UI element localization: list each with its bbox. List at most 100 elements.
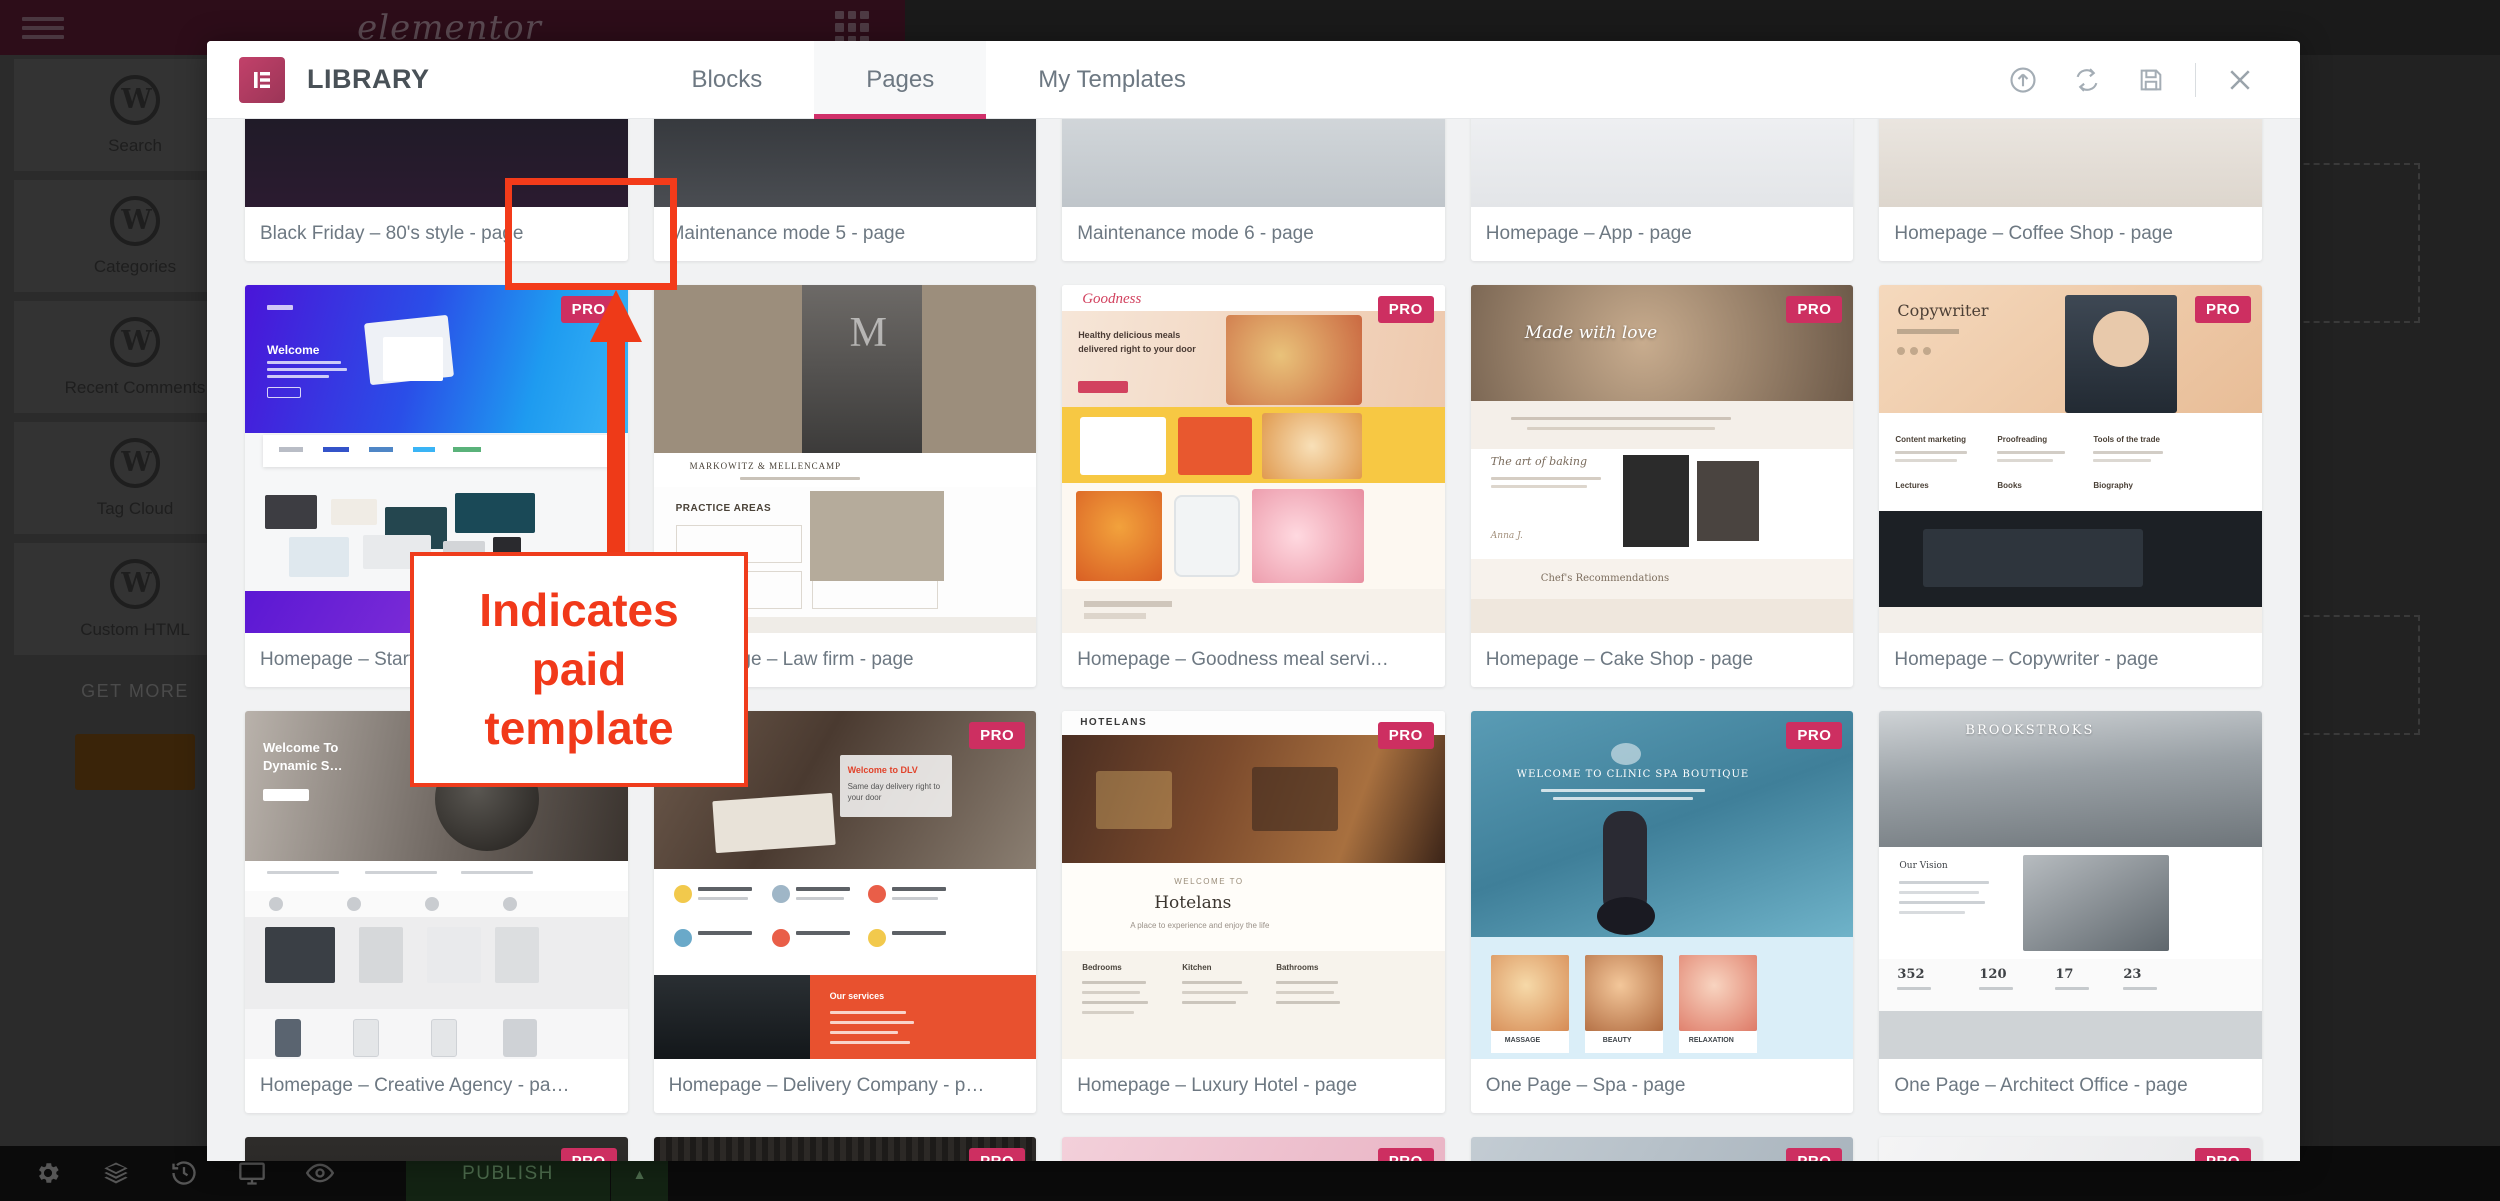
thumb-brand: Goodness [1082,291,1142,307]
widget-label: Search [108,135,162,155]
library-header-actions [1991,48,2272,112]
thumb-col: Biography [2093,481,2133,490]
template-thumbnail [245,119,628,207]
template-card[interactable]: WELCOME TO CLINIC SPA BOUTIQUE MASSAGE B… [1470,711,1854,1113]
template-card[interactable]: Goodness Healthy delicious meals deliver… [1062,285,1445,687]
template-card[interactable]: PRO [1470,1137,1854,1161]
save-floppy-icon[interactable] [2119,48,2183,112]
template-card[interactable]: PRO [245,1137,628,1161]
tab-my-templates[interactable]: My Templates [986,41,1238,119]
settings-gear-icon[interactable] [34,1159,68,1189]
template-name: Homepage – Creative Agency - pa… [260,1075,570,1096]
thumb-hero-text: Welcome [267,343,320,357]
responsive-monitor-icon[interactable] [238,1159,272,1189]
template-thumbnail [1470,119,1854,207]
upload-circle-icon[interactable] [1991,48,2055,112]
template-thumbnail [1879,119,2262,207]
thumb-col: Tools of the trade [2093,435,2160,444]
history-icon[interactable] [170,1159,204,1189]
pro-badge: PRO [1377,296,1434,323]
pro-badge: PRO [1786,722,1843,749]
template-card[interactable]: Made with love The art of baking Anna J. [1470,285,1854,687]
template-thumbnail [1062,119,1445,207]
wordpress-icon: W [110,316,160,367]
template-thumbnail: WELCOME TO CLINIC SPA BOUTIQUE MASSAGE B… [1470,711,1854,1059]
grid-apps-icon[interactable] [835,10,869,45]
thumb-section: Our Vision [1899,861,1948,871]
thumb-col: Bedrooms [1082,963,1122,972]
annotation-line-2: paid [531,643,627,696]
thumb-card: BEAUTY [1602,1037,1632,1044]
template-card[interactable]: Maintenance mode 5 - page [653,119,1037,261]
template-card[interactable]: Copywriter Content marketing Proofreadin… [1879,285,2262,687]
thumb-script: Made with love [1524,323,1658,343]
template-card[interactable]: Maintenance mode 6 - page [1062,119,1445,261]
pro-badge: PRO [1377,722,1434,749]
template-card[interactable]: PRO [1879,1137,2262,1161]
widget-label: Categories [93,256,177,276]
template-thumbnail: PRO [1879,1137,2262,1161]
pro-badge: PRO [2194,296,2251,323]
tab-blocks[interactable]: Blocks [640,41,815,119]
template-name: Maintenance mode 6 - page [1077,223,1314,244]
elementor-editor-screen: elementor W Search W Categories W Recent… [0,0,2500,1201]
header-divider [2195,62,2196,97]
template-name: Homepage – Delivery Company - p… [668,1075,985,1096]
thumb-card: RELAXATION [1688,1037,1734,1044]
library-header: LIBRARY Blocks Pages My Templates [207,41,2300,119]
template-thumbnail: PRO [1062,1137,1445,1161]
template-name: Homepage – Coffee Shop - page [1894,223,2173,244]
preview-eye-icon[interactable] [305,1159,340,1189]
widget-label: Tag Cloud [96,498,174,518]
template-name: One Page – Architect Office - page [1894,1075,2188,1096]
template-name: Homepage – App - page [1485,223,1692,244]
close-x-icon[interactable] [2208,48,2272,112]
template-card[interactable]: BROOKSTROKS Our Vision 352 120 17 23 One… [1879,711,2262,1113]
template-card[interactable]: Black Friday – 80's style - page [245,119,628,261]
template-thumbnail: Copywriter Content marketing Proofreadin… [1879,285,2262,633]
template-card[interactable]: Homepage – Coffee Shop - page [1879,119,2262,261]
template-name: One Page – Spa - page [1485,1075,1686,1096]
thumb-stat: 120 [1979,967,2007,982]
thumb-col: Proofreading [1997,435,2048,444]
hamburger-icon[interactable] [22,13,64,43]
thumb-welcome: WELCOME TO [1174,877,1244,886]
template-thumbnail: PRO [245,1137,628,1161]
thumb-col: Bathrooms [1276,963,1319,972]
library-tabs: Blocks Pages My Templates [640,41,1238,119]
pro-badge: PRO [969,722,1026,749]
thumb-col: Kitchen [1182,963,1212,972]
template-name: Homepage – Copywriter - page [1894,649,2159,670]
template-card[interactable]: HOTELANS WELCOME TO Hotelans A place to … [1062,711,1445,1113]
wordpress-icon: W [110,437,160,488]
thumb-title: MARKOWITZ & MELLENCAMP [689,461,842,471]
annotation-callout: Indicates paid template [410,552,748,787]
thumb-section: PRACTICE AREAS [675,503,772,514]
widget-label: Custom HTML [80,619,190,639]
template-thumbnail: PRO [653,1137,1037,1161]
sync-refresh-icon[interactable] [2055,48,2119,112]
thumb-headline: Welcome to DLV [847,765,918,775]
template-name: Homepage – Luxury Hotel - page [1077,1075,1358,1096]
template-card[interactable]: PRO [653,1137,1037,1161]
layers-navigator-icon[interactable] [102,1159,136,1189]
template-thumbnail [653,119,1037,207]
template-thumbnail: Goodness Healthy delicious meals deliver… [1062,285,1445,633]
tab-pages[interactable]: Pages [814,41,987,119]
annotation-line-1: Indicates [479,584,679,637]
thumb-stat: 23 [2123,967,2142,982]
page-title: LIBRARY [307,64,430,94]
wordpress-icon: W [110,558,160,609]
thumb-stat: 352 [1897,967,1925,982]
pro-badge: PRO [1786,296,1843,323]
get-more-button[interactable] [75,734,195,790]
wordpress-icon: W [110,74,160,125]
template-name: Black Friday – 80's style - page [260,223,524,244]
thumb-brand: HOTELANS [1080,717,1148,728]
template-name: Maintenance mode 5 - page [668,223,906,244]
template-card[interactable]: PRO [1062,1137,1445,1161]
template-card[interactable]: Homepage – App - page [1470,119,1854,261]
pro-badge: PRO [969,1148,1026,1161]
pro-badge: PRO [560,296,617,323]
thumb-hotel-name: Hotelans [1154,893,1232,913]
